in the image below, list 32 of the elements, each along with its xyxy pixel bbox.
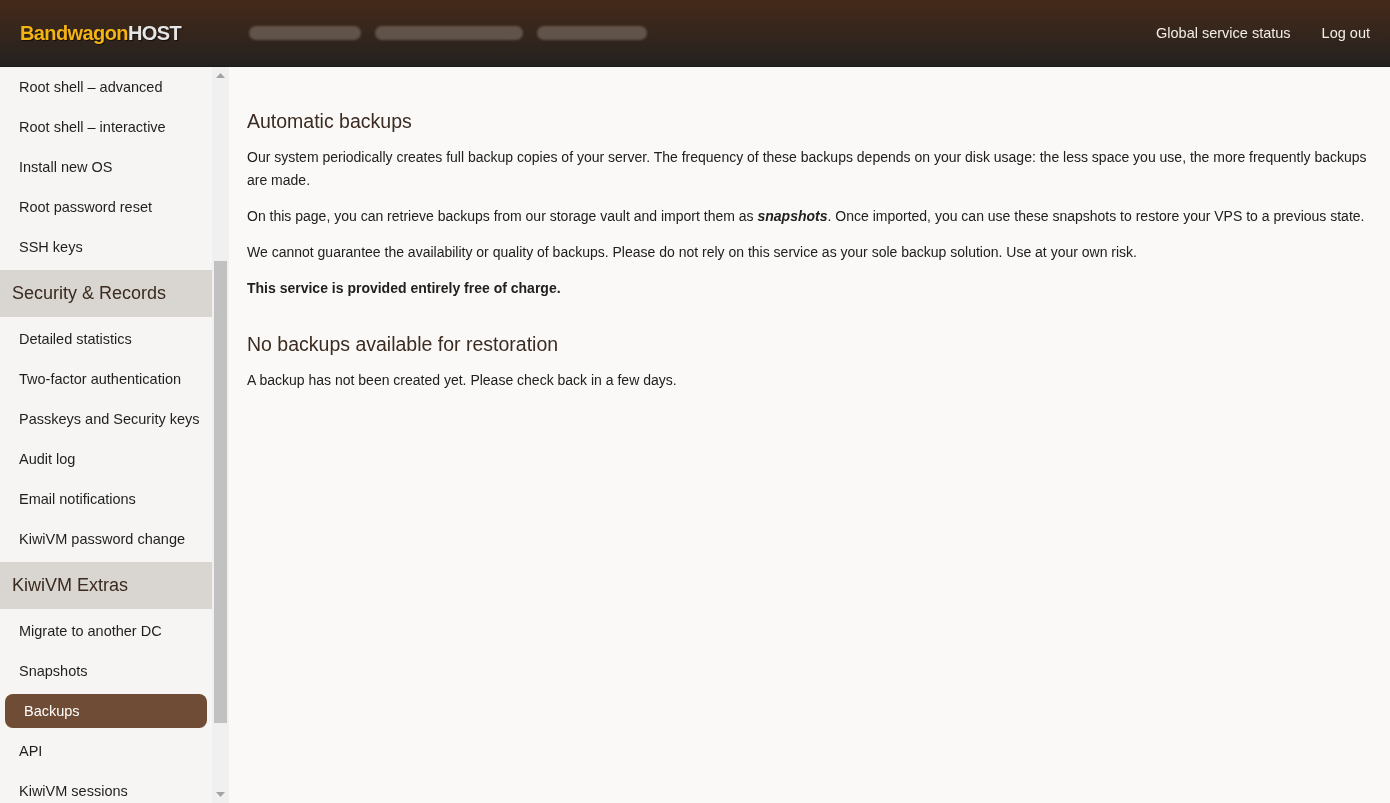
arrow-down-icon[interactable] <box>216 792 225 797</box>
paragraph-text: Our system periodically creates full backup copies of your server. The frequency of these backups depends on your disk usage: the less space you use, the more frequently backups are made. <box>247 148 1368 190</box>
sidebar-item[interactable]: KiwiVM password change <box>19 530 186 548</box>
section-title: Automatic backups <box>247 109 413 134</box>
arrow-up-icon[interactable] <box>216 73 225 78</box>
sidebar-item[interactable]: Backups <box>5 694 207 728</box>
sidebar-item[interactable]: Root shell – advanced <box>19 78 163 96</box>
sidebar-item[interactable]: Detailed statistics <box>19 330 132 348</box>
sidebar-item[interactable]: KiwiVM sessions <box>19 782 128 800</box>
header-link[interactable]: Global service status <box>1156 25 1291 41</box>
sidebar-item[interactable]: Migrate to another DC <box>19 622 162 640</box>
section-title: No backups available for restoration <box>247 332 560 357</box>
sidebar-section-heading: Security & Records <box>0 270 212 317</box>
paragraph-text: On this page, you can retrieve backups from our storage vault and import them as snapshots. Once imported, you can use these snapshots to restore your VPS to a previous state. <box>247 207 1366 226</box>
logo[interactable]: BandwagonHOST <box>20 23 182 43</box>
sidebar-item[interactable]: Snapshots <box>19 662 88 680</box>
sidebar-item[interactable]: Root password reset <box>19 198 152 216</box>
sidebar-item[interactable]: Root shell – interactive <box>19 118 166 136</box>
scrollbar[interactable] <box>212 67 229 803</box>
sidebar-item[interactable]: Two-factor authentication <box>19 370 181 388</box>
sidebar-item[interactable]: API <box>19 742 43 760</box>
paragraph-text: This service is provided entirely free of charge. <box>247 279 562 298</box>
header-link[interactable]: Log out <box>1321 25 1370 41</box>
paragraph-text: A backup has not been created yet. Please check back in a few days. <box>247 371 678 390</box>
sidebar-section-heading: KiwiVM Extras <box>0 562 212 609</box>
sidebar-item[interactable]: Passkeys and Security keys <box>19 410 200 428</box>
sidebar-item[interactable]: Audit log <box>19 450 76 468</box>
sidebar-item[interactable]: Email notifications <box>19 490 136 508</box>
sidebar-item[interactable]: Install new OS <box>19 158 113 176</box>
paragraph-text: We cannot guarantee the availability or quality of backups. Please do not rely on this service as your sole backup solution. Use at your own risk. <box>247 243 1138 262</box>
sidebar-item[interactable]: SSH keys <box>19 238 83 256</box>
scrollbar-thumb[interactable] <box>214 261 227 723</box>
